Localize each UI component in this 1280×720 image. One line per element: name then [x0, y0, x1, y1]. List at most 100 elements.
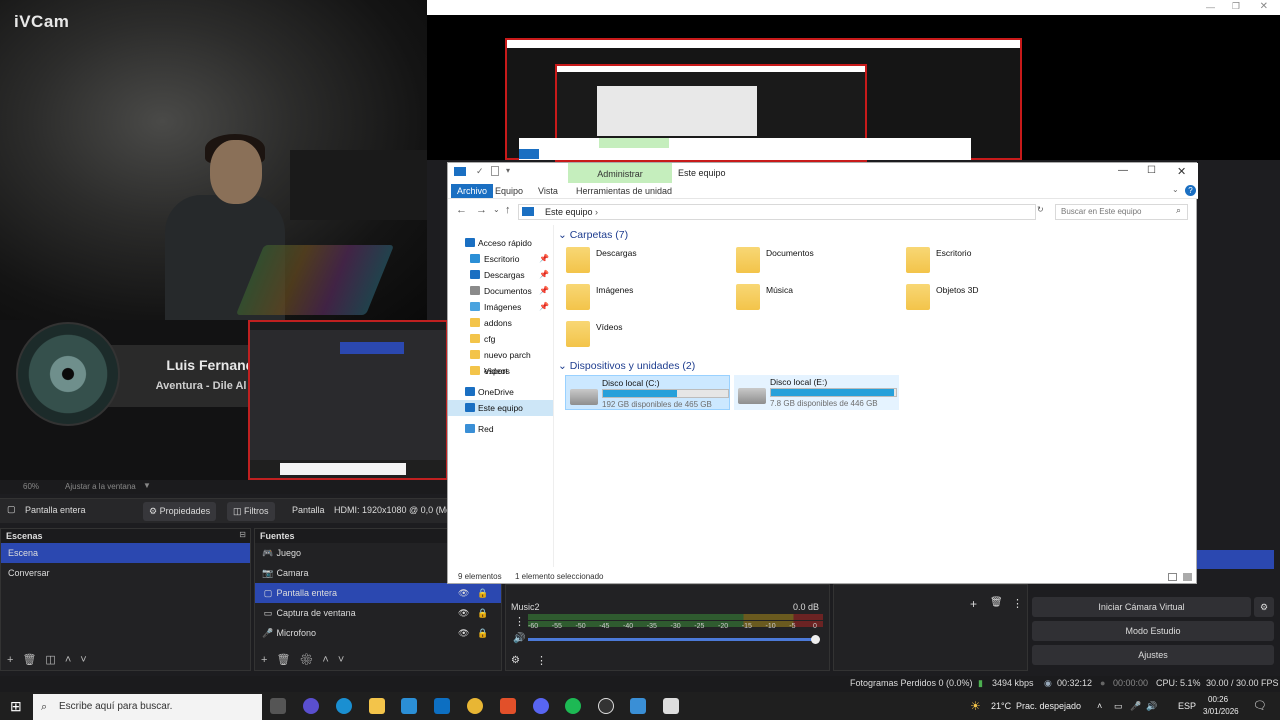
nav-item[interactable]: Videos: [448, 363, 553, 379]
chrome-icon[interactable]: [467, 698, 483, 714]
minimize-icon[interactable]: —: [1118, 165, 1128, 176]
kebab-menu-icon[interactable]: ⋮: [536, 654, 547, 667]
folders-group-header[interactable]: ⌄ Carpetas (7): [558, 229, 628, 241]
store-icon[interactable]: [401, 698, 417, 714]
display-select[interactable]: HDMI: 1920x1080 @ 0,0 (Mon: [334, 505, 456, 515]
nav-item[interactable]: Documentos 📌: [448, 283, 553, 299]
weather-icon[interactable]: ☀: [970, 692, 981, 720]
nav-item[interactable]: Descargas 📌: [448, 267, 553, 283]
drive-item[interactable]: Disco local (C:) 192 GB disponibles de 4…: [565, 375, 730, 410]
folder-item[interactable]: Objetos 3D: [906, 280, 1076, 314]
add-icon[interactable]: +: [7, 654, 22, 666]
close-icon[interactable]: ✕: [1177, 165, 1186, 178]
discord-icon[interactable]: [533, 698, 549, 714]
nav-item[interactable]: Imágenes 📌: [448, 299, 553, 315]
tab-equipo[interactable]: Equipo: [489, 184, 529, 198]
volume-slider-handle[interactable]: [811, 635, 820, 644]
filters-button[interactable]: ◫ Filtros: [227, 502, 275, 521]
spotify-icon[interactable]: [565, 698, 581, 714]
folder-item[interactable]: Documentos: [736, 243, 906, 277]
refresh-icon[interactable]: ↻: [1037, 205, 1044, 214]
scene-item[interactable]: Escena: [1, 543, 250, 563]
chevron-down-icon[interactable]: ⌄: [1172, 185, 1179, 194]
gear-icon[interactable]: ⚙: [1254, 597, 1274, 617]
nav-item[interactable]: addons: [448, 315, 553, 331]
chevron-up-icon[interactable]: ˄: [322, 654, 337, 666]
address-box[interactable]: Este equipo ›: [518, 204, 1036, 220]
scene-item[interactable]: Conversar: [1, 563, 250, 583]
gear-icon[interactable]: ⚙: [511, 655, 520, 666]
fit-window-label[interactable]: Ajustar a la ventana: [65, 482, 136, 491]
folder-item[interactable]: Música: [736, 280, 906, 314]
weather-temp[interactable]: 21°C: [991, 692, 1011, 720]
drive-item[interactable]: Disco local (E:) 7.8 GB disponibles de 4…: [734, 375, 899, 410]
network-icon[interactable]: ▭: [1114, 692, 1123, 720]
source-item[interactable]: ▢ Pantalla entera 👁 🔒: [255, 583, 501, 603]
chevron-up-icon[interactable]: ˄: [65, 654, 80, 666]
back-icon[interactable]: ←: [456, 204, 467, 216]
chevron-down-icon[interactable]: ˅: [80, 654, 95, 666]
chevron-right-icon[interactable]: ›: [593, 207, 598, 217]
nav-item[interactable]: Escritorio 📌: [448, 251, 553, 267]
up-icon[interactable]: ↑: [505, 204, 511, 216]
chevron-down-icon[interactable]: ▼: [143, 481, 151, 490]
trash-icon[interactable]: 🗑: [276, 654, 299, 666]
minimize-icon[interactable]: —: [1206, 2, 1215, 12]
nav-item[interactable]: Red: [448, 421, 553, 437]
details-view-icon[interactable]: [1168, 573, 1177, 581]
folder-item[interactable]: Descargas: [566, 243, 736, 277]
volume-slider[interactable]: [528, 638, 816, 641]
tab-drive-tools[interactable]: Herramientas de unidad: [570, 184, 678, 198]
language-indicator[interactable]: ESP: [1178, 692, 1196, 720]
close-icon[interactable]: ✕: [1260, 1, 1268, 12]
eye-icon[interactable]: 👁: [458, 623, 469, 643]
clock-date[interactable]: 3/01/2026: [1203, 707, 1239, 716]
source-item[interactable]: ▭ Captura de ventana 👁 🔒: [255, 603, 501, 623]
nav-item[interactable]: cfg: [448, 331, 553, 347]
admin-contextual-tab[interactable]: Administrar: [568, 163, 672, 184]
large-icons-view-icon[interactable]: [1183, 573, 1192, 581]
tab-vista[interactable]: Vista: [532, 184, 564, 198]
kebab-menu-icon[interactable]: ⋮: [514, 615, 525, 628]
nav-item[interactable]: OneDrive: [448, 384, 553, 400]
nav-item[interactable]: nuevo parch esport: [448, 347, 553, 376]
studio-mode-button[interactable]: Modo Estudio: [1032, 621, 1274, 641]
edge-icon[interactable]: [336, 698, 352, 714]
restore-icon[interactable]: ❐: [1232, 1, 1240, 12]
add-icon[interactable]: +: [261, 654, 276, 666]
undock-icon[interactable]: ⊟: [239, 530, 246, 539]
tab-archivo[interactable]: Archivo: [451, 184, 494, 198]
lock-icon[interactable]: 🔒: [477, 623, 488, 643]
chevron-down-icon[interactable]: ▾: [506, 166, 510, 175]
eye-icon[interactable]: 👁: [458, 603, 469, 623]
virtual-camera-button[interactable]: Iniciar Cámara Virtual: [1032, 597, 1251, 617]
weather-desc[interactable]: Prac. despejado: [1016, 692, 1081, 720]
copilot-icon[interactable]: [303, 698, 319, 714]
remote-desktop-icon[interactable]: [630, 698, 646, 714]
taskbar-search[interactable]: ⌕ Escribe aquí para buscar.: [33, 694, 262, 720]
help-icon[interactable]: ?: [1185, 185, 1196, 196]
forward-icon[interactable]: →: [476, 204, 487, 216]
trash-icon[interactable]: 🗑: [990, 597, 1003, 608]
settings-button[interactable]: Ajustes: [1032, 645, 1274, 665]
folder-item[interactable]: Imágenes: [566, 280, 736, 314]
security-icon[interactable]: [663, 698, 679, 714]
source-item[interactable]: 🎤 Microfono 👁 🔒: [255, 623, 501, 643]
speaker-icon[interactable]: 🔊: [513, 633, 525, 644]
gear-icon[interactable]: ⚙: [299, 654, 322, 666]
chevron-up-icon[interactable]: ˄: [1097, 692, 1102, 720]
new-folder-icon[interactable]: [491, 166, 499, 176]
microphone-icon[interactable]: 🎤: [1130, 692, 1141, 720]
nav-item[interactable]: Acceso rápido: [448, 235, 553, 251]
file-explorer-icon[interactable]: [369, 698, 385, 714]
notifications-icon[interactable]: 🗨: [1253, 692, 1267, 720]
clock-time[interactable]: 00:26: [1208, 695, 1228, 704]
speaker-icon[interactable]: 🔊: [1146, 692, 1157, 720]
lock-icon[interactable]: 🔒: [477, 583, 488, 603]
add-icon[interactable]: +: [970, 597, 977, 611]
chevron-down-icon[interactable]: ⌄: [493, 205, 500, 214]
folder-item[interactable]: Escritorio: [906, 243, 1076, 277]
windows-start-icon[interactable]: ⊞: [10, 698, 22, 715]
eye-icon[interactable]: 👁: [458, 583, 469, 603]
lock-icon[interactable]: 🔒: [477, 603, 488, 623]
